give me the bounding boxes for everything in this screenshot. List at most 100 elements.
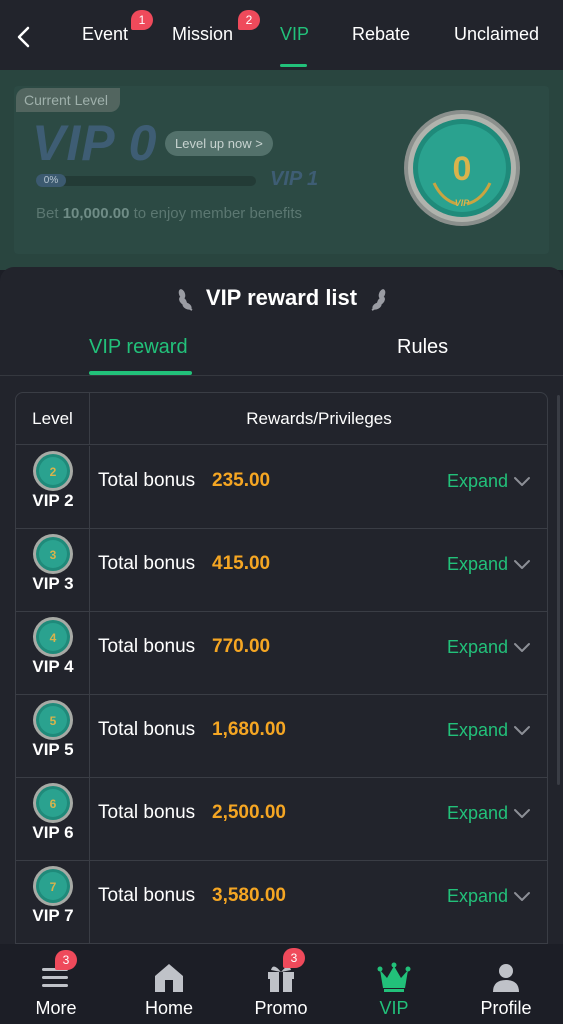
crown-icon bbox=[377, 962, 411, 992]
total-bonus-label: Total bonus bbox=[98, 636, 196, 657]
vip-medal-icon: 0 VIP bbox=[404, 110, 520, 226]
event-badge: 1 bbox=[131, 10, 153, 30]
vip-level-label: VIP 3 bbox=[32, 574, 74, 593]
bet-requirement-text: Bet 10,000.00 to enjoy member benefits bbox=[36, 205, 303, 222]
vip-progress-bar bbox=[36, 176, 256, 186]
vip-coin-icon: 3 bbox=[33, 534, 73, 574]
nav-home[interactable]: Home bbox=[113, 944, 225, 1024]
table-row: 2 VIP 2 Total bonus 235.00 Expand bbox=[16, 446, 547, 529]
total-bonus-amount: 2,500.00 bbox=[212, 802, 286, 823]
tab-rebate[interactable]: Rebate bbox=[352, 24, 410, 45]
column-header-level: Level bbox=[16, 393, 90, 445]
level-cell: 2 VIP 2 bbox=[16, 446, 90, 529]
vip-level-label: VIP 5 bbox=[32, 740, 74, 759]
nav-promo-label: Promo bbox=[254, 998, 308, 1018]
expand-button[interactable]: Expand bbox=[447, 471, 508, 492]
vip-coin-icon: 6 bbox=[33, 783, 73, 823]
level-cell: 7 VIP 7 bbox=[16, 861, 90, 944]
coin-number: 5 bbox=[50, 714, 57, 728]
nav-more[interactable]: 3 More bbox=[0, 944, 112, 1024]
home-icon bbox=[155, 964, 183, 992]
chevron-down-icon[interactable] bbox=[513, 725, 531, 737]
coin-number: 6 bbox=[50, 797, 57, 811]
nav-vip[interactable]: VIP bbox=[338, 944, 450, 1024]
nav-more-label: More bbox=[35, 998, 77, 1018]
level-up-button[interactable]: Level up now > bbox=[165, 131, 273, 156]
tab-rules[interactable]: Rules bbox=[397, 336, 448, 359]
next-vip-level: VIP 1 bbox=[270, 168, 319, 190]
table-row: 7 VIP 7 Total bonus 3,580.00 Expand bbox=[16, 861, 547, 944]
bottom-nav: 3 More Home 3 Promo VIP Profile bbox=[0, 944, 563, 1024]
total-bonus-amount: 3,580.00 bbox=[212, 885, 286, 906]
more-badge: 3 bbox=[55, 950, 77, 970]
mission-badge: 2 bbox=[238, 10, 260, 30]
level-cell: 4 VIP 4 bbox=[16, 612, 90, 695]
vip-coin-icon: 4 bbox=[33, 617, 73, 657]
profile-icon bbox=[493, 964, 519, 992]
chevron-down-icon[interactable] bbox=[513, 559, 531, 571]
nav-promo[interactable]: 3 Promo bbox=[225, 944, 337, 1024]
total-bonus-label: Total bonus bbox=[98, 553, 196, 574]
total-bonus-label: Total bonus bbox=[98, 470, 196, 491]
vip-coin-icon: 5 bbox=[33, 700, 73, 740]
expand-button[interactable]: Expand bbox=[447, 720, 508, 741]
tab-event[interactable]: Event bbox=[82, 24, 128, 45]
medal-number: 0 bbox=[453, 150, 472, 188]
coin-number: 2 bbox=[50, 465, 57, 479]
tab-mission[interactable]: Mission bbox=[172, 24, 233, 45]
tab-unclaimed[interactable]: Unclaimed bbox=[454, 24, 539, 45]
progress-percent: 0% bbox=[36, 174, 66, 187]
table-row: 4 VIP 4 Total bonus 770.00 Expand bbox=[16, 612, 547, 695]
medal-vip-text: VIP bbox=[455, 198, 471, 208]
expand-button[interactable]: Expand bbox=[447, 554, 508, 575]
level-cell: 3 VIP 3 bbox=[16, 529, 90, 612]
reward-list-title: VIP reward list bbox=[205, 285, 358, 310]
total-bonus-label: Total bonus bbox=[98, 719, 196, 740]
total-bonus-label: Total bonus bbox=[98, 802, 196, 823]
top-nav: Event 1 Mission 2 VIP Rebate Unclaimed bbox=[0, 0, 563, 70]
chevron-down-icon[interactable] bbox=[513, 642, 531, 654]
table-header: Level Rewards/Privileges bbox=[16, 393, 547, 445]
nav-home-label: Home bbox=[144, 998, 193, 1018]
current-level-tag: Current Level bbox=[16, 88, 121, 112]
expand-button[interactable]: Expand bbox=[447, 803, 508, 824]
table-row: 5 VIP 5 Total bonus 1,680.00 Expand bbox=[16, 695, 547, 778]
total-bonus-amount: 770.00 bbox=[212, 636, 271, 657]
vip-level-label: VIP 2 bbox=[32, 491, 74, 510]
nav-vip-label: VIP bbox=[379, 998, 409, 1018]
laurel-right-icon bbox=[371, 289, 386, 311]
expand-button[interactable]: Expand bbox=[447, 637, 508, 658]
back-arrow-icon[interactable] bbox=[14, 24, 36, 50]
current-vip-level: VIP 0 bbox=[32, 115, 158, 171]
scrollbar[interactable] bbox=[557, 395, 560, 785]
table-row: 6 VIP 6 Total bonus 2,500.00 Expand bbox=[16, 778, 547, 861]
reward-table: Level Rewards/Privileges 2 VIP 2 Total bon… bbox=[15, 392, 548, 952]
chevron-down-icon[interactable] bbox=[513, 808, 531, 820]
total-bonus-amount: 1,680.00 bbox=[212, 719, 286, 740]
total-bonus-amount: 415.00 bbox=[212, 553, 271, 574]
coin-number: 4 bbox=[50, 631, 57, 645]
chevron-down-icon[interactable] bbox=[513, 891, 531, 903]
tab-vip[interactable]: VIP bbox=[280, 24, 309, 45]
level-cell: 6 VIP 6 bbox=[16, 778, 90, 861]
nav-profile-label: Profile bbox=[480, 998, 532, 1018]
table-row: 3 VIP 3 Total bonus 415.00 Expand bbox=[16, 529, 547, 612]
column-header-rewards: Rewards/Privileges bbox=[246, 409, 392, 428]
total-bonus-amount: 235.00 bbox=[212, 470, 271, 491]
chevron-down-icon[interactable] bbox=[513, 476, 531, 488]
vip-coin-icon: 2 bbox=[33, 451, 73, 491]
expand-button[interactable]: Expand bbox=[447, 886, 508, 907]
vip-level-label: VIP 4 bbox=[32, 657, 74, 676]
nav-profile[interactable]: Profile bbox=[450, 944, 562, 1024]
total-bonus-label: Total bonus bbox=[98, 885, 196, 906]
vip-coin-icon: 7 bbox=[33, 866, 73, 906]
coin-number: 7 bbox=[50, 880, 57, 894]
vip-level-label: VIP 7 bbox=[32, 906, 74, 925]
level-cell: 5 VIP 5 bbox=[16, 695, 90, 778]
vip-level-label: VIP 6 bbox=[32, 823, 74, 842]
sub-tab-divider bbox=[0, 375, 563, 376]
tab-vip-reward[interactable]: VIP reward bbox=[89, 336, 188, 359]
promo-badge: 3 bbox=[283, 948, 305, 968]
tab-active-underline bbox=[280, 64, 307, 67]
coin-number: 3 bbox=[50, 548, 57, 562]
